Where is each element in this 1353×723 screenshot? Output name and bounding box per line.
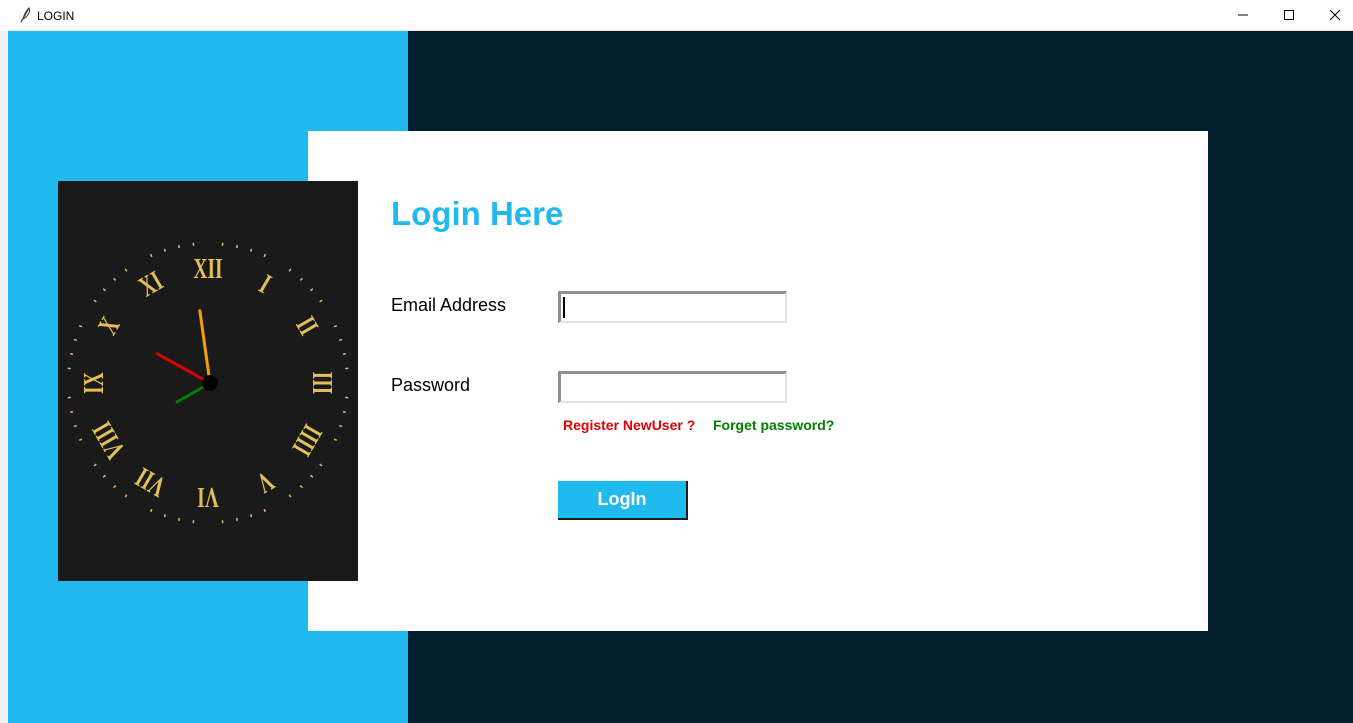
clock-numeral: X [92,312,126,340]
register-link[interactable]: Register NewUser ? [563,417,695,433]
email-label: Email Address [391,295,507,315]
clock-numeral: VII [130,461,171,503]
clock-tick [339,338,343,342]
clock-tick [113,485,117,489]
clock-numeral: V [251,465,279,499]
clock-tick [163,514,167,518]
clock-tick [73,338,77,342]
background-window-edge [0,31,8,723]
clock-numeral: IX [78,372,110,394]
clock-tick [69,410,74,414]
clock-tick [263,508,267,513]
clock-tick [310,288,314,292]
clock-tick [78,324,83,328]
clock-tick [102,288,106,292]
window-title: LOGIN [37,9,75,23]
clock-tick [299,277,303,281]
feather-icon [18,7,32,23]
clock-tick [288,494,292,498]
minimize-icon [1238,14,1248,16]
clock-tick [149,508,153,513]
clock-numeral: II [289,312,324,341]
clock-tick [342,410,347,414]
clock-numeral: VI [197,481,219,513]
clock-tick [78,438,83,442]
maximize-icon [1284,10,1294,20]
clock-tick [73,424,77,428]
minimize-button[interactable] [1220,0,1266,30]
clock-numeral: XII [193,253,222,285]
clock-tick [249,514,253,518]
maximize-button[interactable] [1266,0,1312,30]
clock-tick [299,485,303,489]
clock-center-hub [202,375,218,391]
clock-tick [124,268,128,272]
clock-tick [319,299,323,303]
clock-tick [235,517,239,522]
clock-tick [177,517,181,522]
analog-clock: XII IIIIIIIIIIVVIVIIVIIIIXXXI [67,242,349,524]
clock-tick [124,494,128,498]
clock-numeral: IIII [285,419,327,461]
clock-tick [249,248,253,252]
clock-tick [163,248,167,252]
minute-hand [198,309,212,385]
clock-tick [235,244,239,249]
clock-tick [310,474,314,478]
login-window-client: Login Here Email Address Password Regist… [8,31,1353,723]
clock-tick [342,352,347,356]
clock-tick [177,244,181,249]
forget-password-link[interactable]: Forget password? [713,417,834,433]
clock-tick [319,463,323,467]
hour-hand [156,352,212,385]
clock-tick [113,277,117,281]
clock-tick [333,438,338,442]
clock-numeral: I [254,269,276,300]
password-field[interactable] [558,371,787,403]
clock-tick [333,324,338,328]
login-button[interactable]: LogIn [558,481,688,520]
password-label: Password [391,375,471,395]
clock-tick [149,253,153,258]
clock-numeral: III [306,372,338,395]
clock-panel: XII I II III IIII V VI VII VIII IX X XI [58,181,358,581]
close-button[interactable] [1312,0,1353,30]
clock-tick [102,474,106,478]
clock-tick [93,463,97,467]
clock-numeral: XI [134,265,169,303]
login-card: Login Here Email Address Password Regist… [308,131,1208,631]
clock-tick [69,352,74,356]
clock-tick [93,299,97,303]
close-icon [1329,9,1341,21]
clock-tick [263,253,267,258]
text-cursor [563,297,565,318]
clock-tick [339,424,343,428]
clock-numeral: VIII [86,416,132,464]
clock-tick [288,268,292,272]
email-field[interactable] [558,291,787,323]
window-titlebar[interactable]: LOGIN [8,0,1353,31]
login-heading: Login Here [391,195,564,232]
